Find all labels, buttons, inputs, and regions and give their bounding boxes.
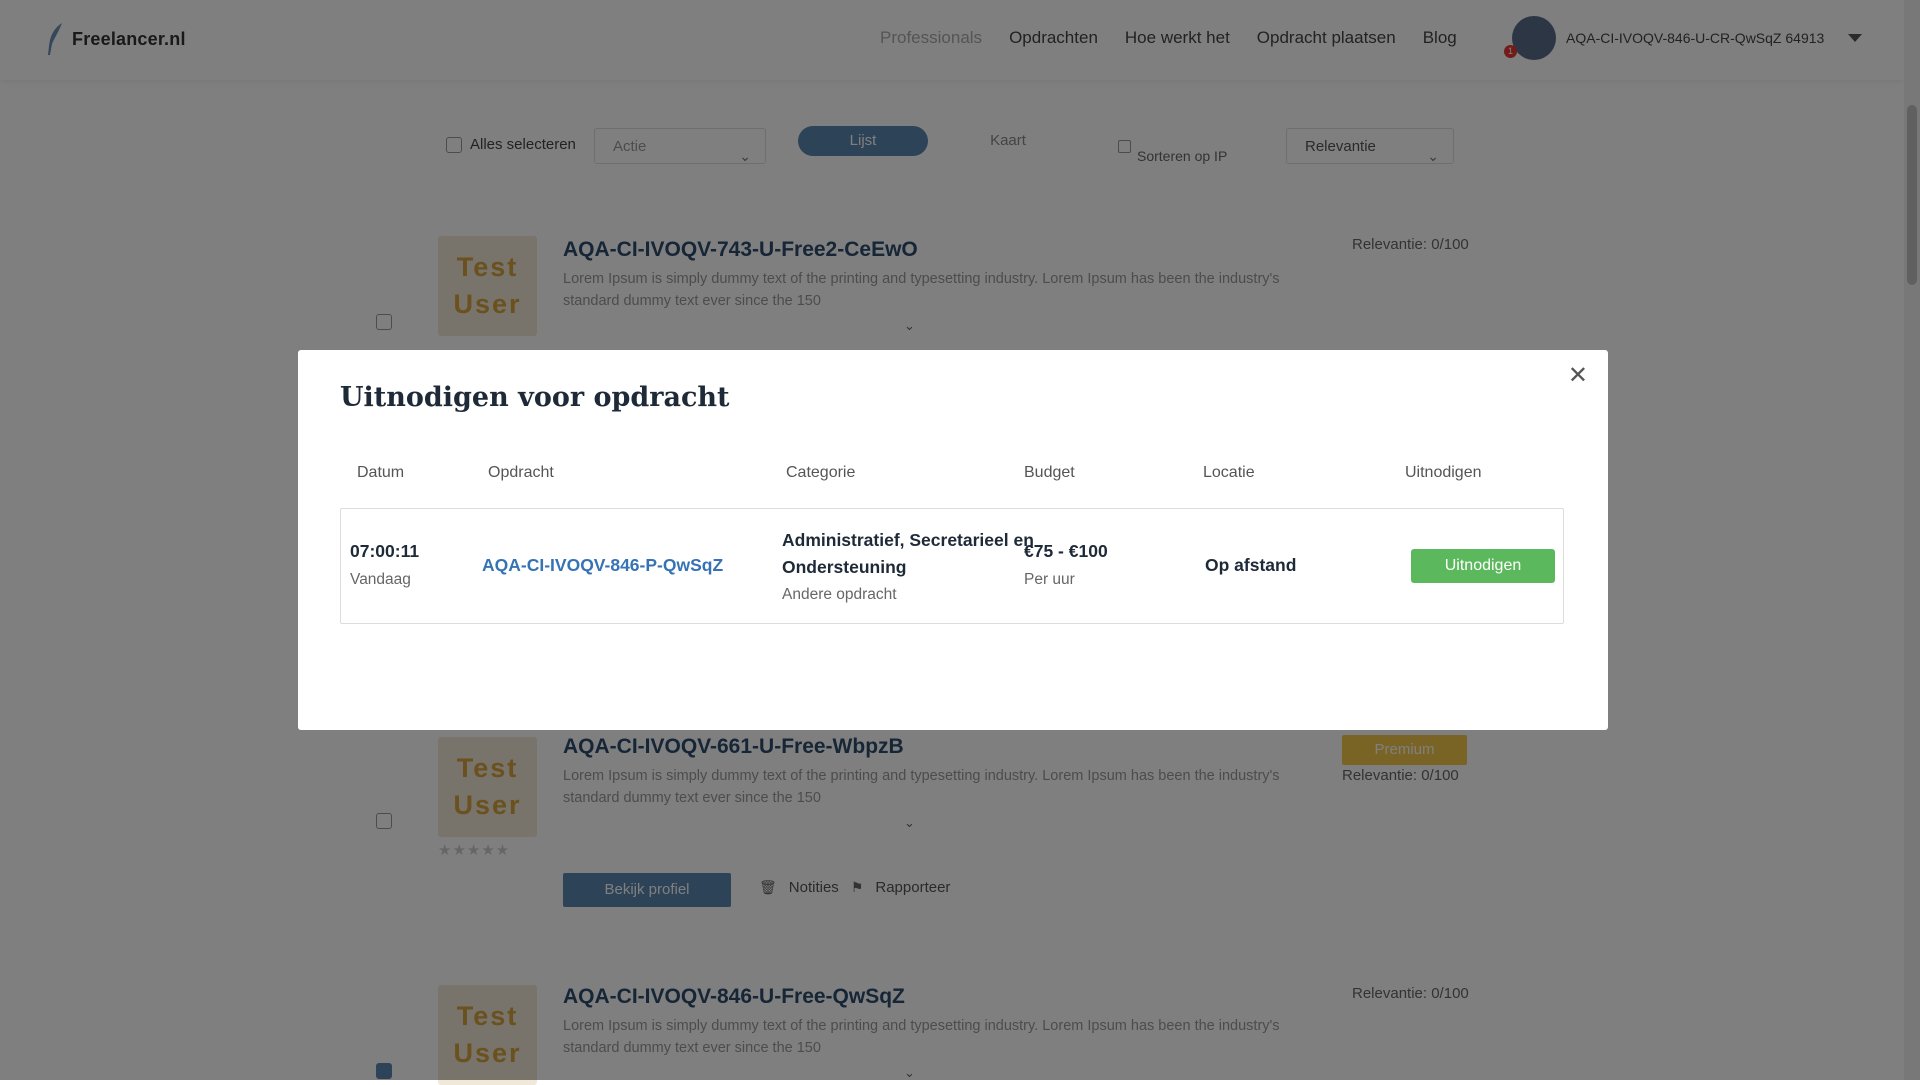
column-header-uitnodigen: Uitnodigen bbox=[1405, 464, 1482, 481]
location-value: Op afstand bbox=[1205, 555, 1297, 575]
location-cell: Op afstand bbox=[1205, 555, 1296, 576]
budget-cell: €75 - €100 Per uur bbox=[1024, 541, 1108, 589]
modal-title: Uitnodigen voor opdracht bbox=[340, 382, 730, 413]
assignment-row: 07:00:11 Vandaag AQA-CI-IVOQV-846-P-QwSq… bbox=[340, 508, 1564, 624]
column-header-categorie: Categorie bbox=[786, 464, 856, 481]
column-header-budget: Budget bbox=[1024, 464, 1075, 481]
category-line1: Administratief, Secretarieel en bbox=[782, 530, 1034, 550]
category-line2: Ondersteuning bbox=[782, 557, 907, 577]
column-header-opdracht: Opdracht bbox=[488, 464, 554, 481]
date-day: Vandaag bbox=[350, 571, 411, 588]
budget-unit: Per uur bbox=[1024, 571, 1075, 588]
column-header-locatie: Locatie bbox=[1203, 464, 1255, 481]
invite-button[interactable]: Uitnodigen bbox=[1411, 549, 1555, 583]
date-time: 07:00:11 bbox=[350, 541, 420, 561]
category-cell: Administratief, Secretarieel en Onderste… bbox=[782, 527, 1034, 608]
assignment-cell: AQA-CI-IVOQV-846-P-QwSqZ bbox=[482, 555, 723, 576]
close-icon[interactable]: ✕ bbox=[1568, 362, 1588, 390]
budget-range: €75 - €100 bbox=[1024, 541, 1108, 561]
column-header-datum: Datum bbox=[357, 464, 405, 481]
assignment-link[interactable]: AQA-CI-IVOQV-846-P-QwSqZ bbox=[482, 555, 723, 575]
category-sub: Andere opdracht bbox=[782, 586, 897, 603]
invite-modal: ✕ Uitnodigen voor opdracht Datum Opdrach… bbox=[298, 350, 1608, 730]
date-cell: 07:00:11 Vandaag bbox=[350, 541, 419, 589]
